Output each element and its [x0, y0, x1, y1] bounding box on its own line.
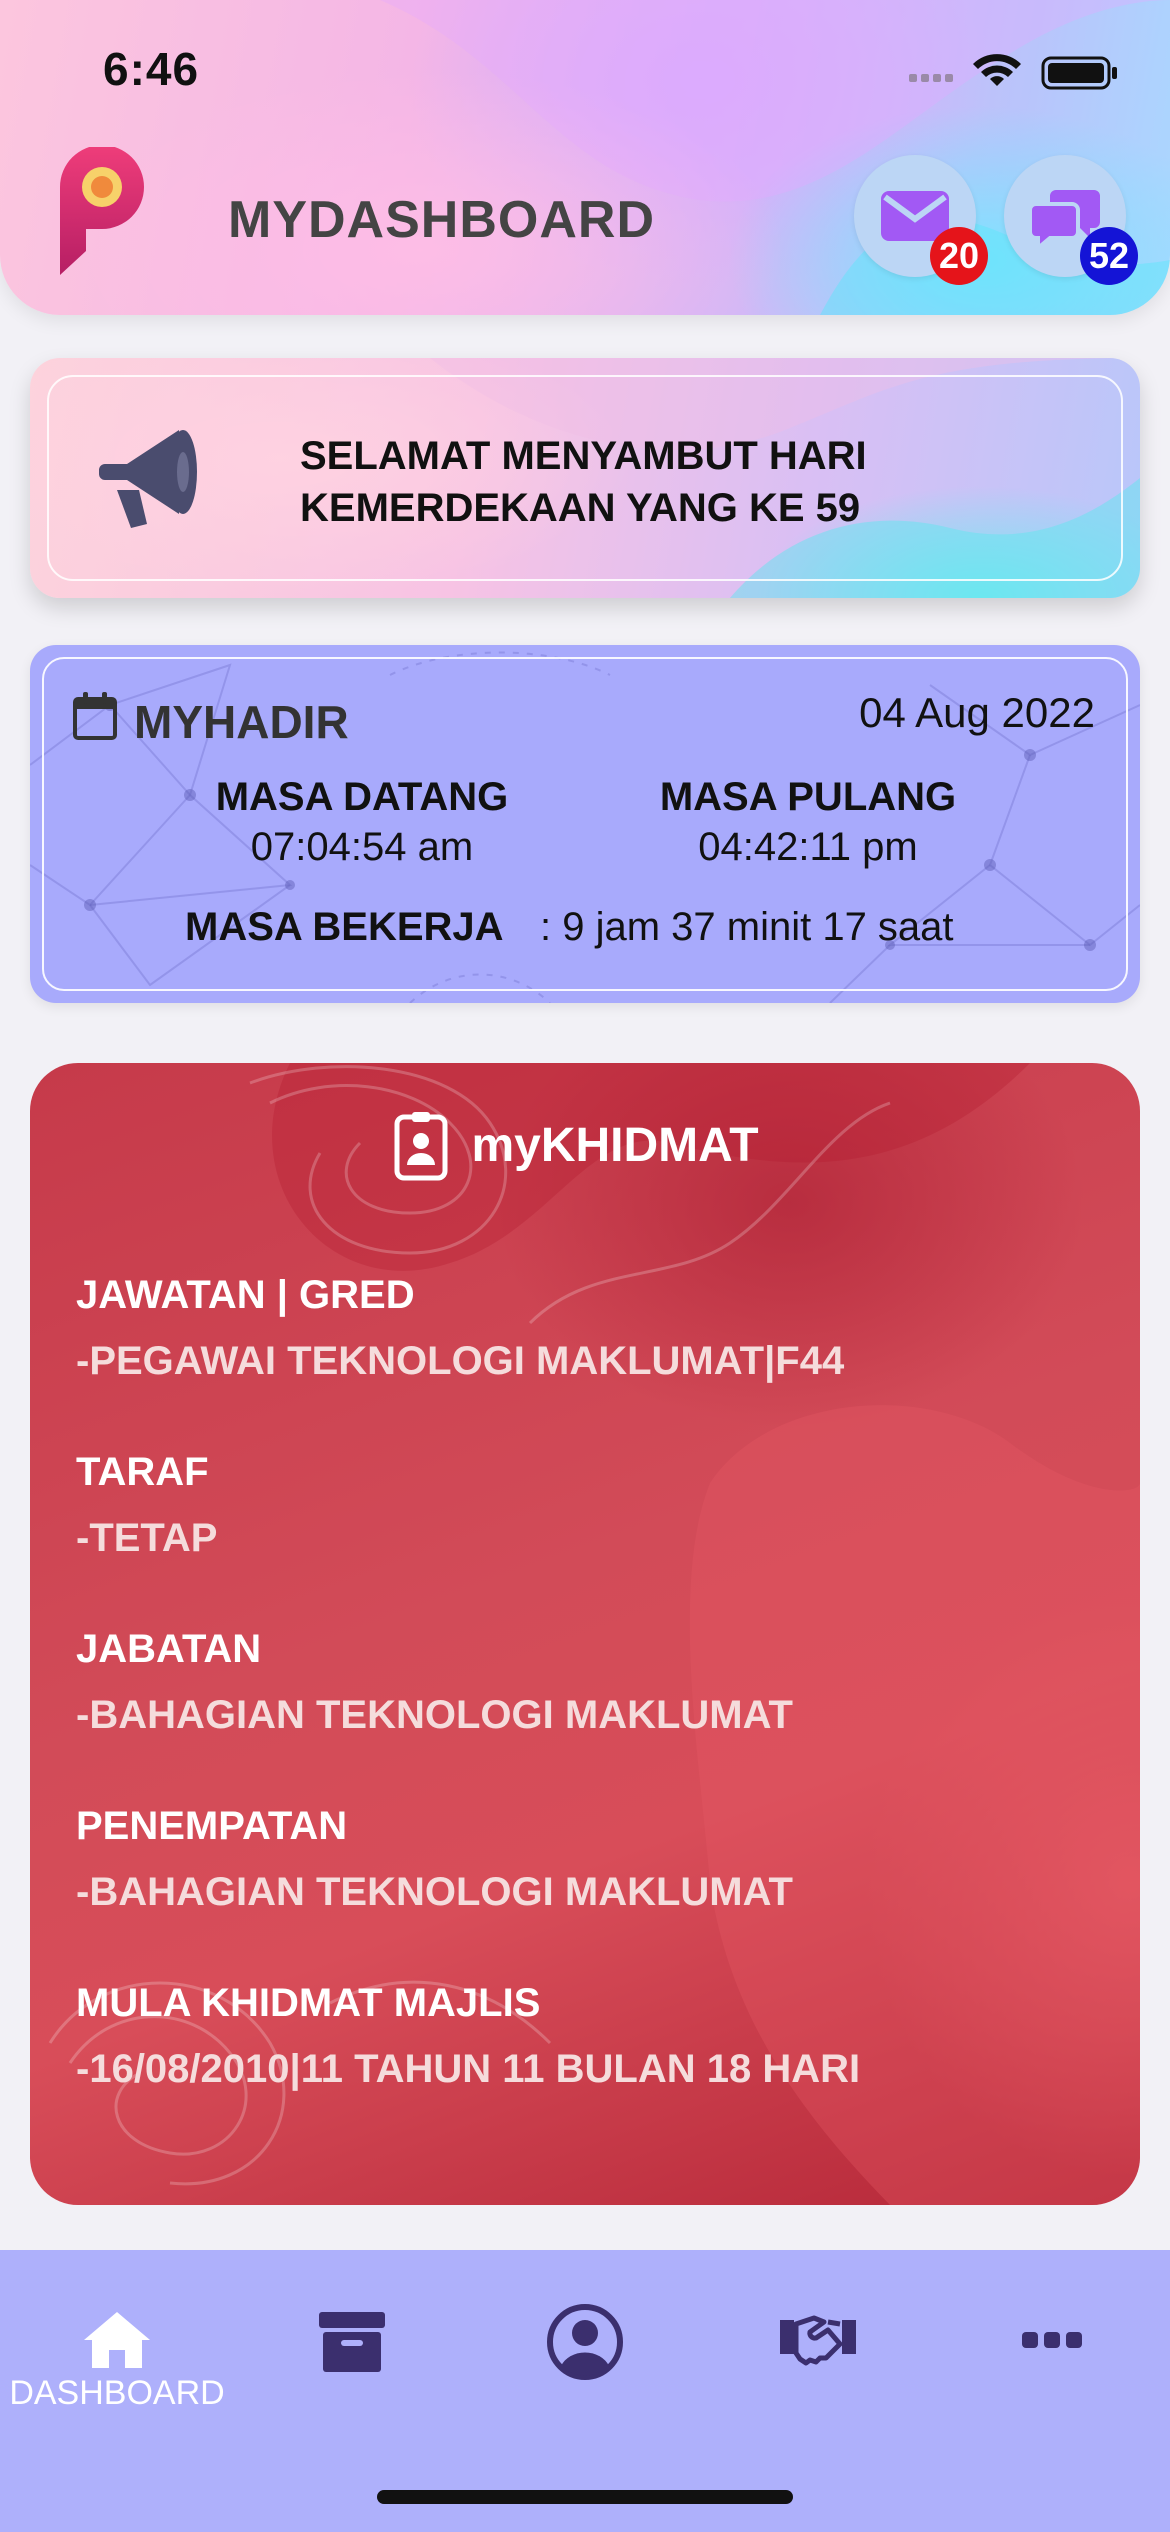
penempatan-value: -BAHAGIAN TEKNOLOGI MAKLUMAT [76, 1870, 793, 1914]
nav-archive[interactable] [262, 2310, 442, 2430]
mykhidmat-card[interactable]: myKHIDMAT JAWATAN | GRED -PEGAWAI TEKNOL… [30, 1063, 1140, 2205]
masa-bekerja-label: MASA BEKERJA [185, 905, 504, 949]
signal-icon [909, 74, 953, 82]
announcement-message: SELAMAT MENYAMBUT HARI KEMERDEKAAN YANG … [300, 430, 1020, 534]
status-bar-icons [909, 54, 1117, 90]
nav-more[interactable] [962, 2310, 1142, 2430]
calendar-icon [73, 692, 117, 740]
mail-count-badge: 20 [930, 227, 988, 285]
more-icon [1022, 2332, 1082, 2348]
mula-khidmat-value: -16/08/2010|11 TAHUN 11 BULAN 18 HARI [76, 2047, 861, 2091]
megaphone-icon [99, 430, 197, 528]
myhadir-title: MYHADIR [134, 696, 349, 748]
taraf-value: -TETAP [76, 1516, 218, 1560]
chat-button[interactable]: 52 [1004, 155, 1138, 285]
chat-count-badge: 52 [1080, 227, 1138, 285]
status-bar-time: 6:46 [103, 43, 200, 95]
jawatan-gred-value: -PEGAWAI TEKNOLOGI MAKLUMAT|F44 [76, 1339, 845, 1383]
announcement-line-1: SELAMAT MENYAMBUT HARI [300, 434, 867, 478]
masa-datang-value: 07:04:54 am [250, 825, 474, 869]
messages-button[interactable]: 20 [854, 155, 988, 285]
home-indicator[interactable] [377, 2490, 793, 2504]
jawatan-gred-label: JAWATAN | GRED [76, 1273, 415, 1317]
nav-profile[interactable] [495, 2304, 675, 2430]
archive-icon [319, 2312, 385, 2372]
myhadir-card[interactable]: MYHADIR 04 Aug 2022 MASA DATANG 07:04:54… [30, 645, 1140, 1003]
masa-pulang-label: MASA PULANG [659, 775, 957, 819]
nav-dashboard-label: DASHBOARD [9, 2374, 225, 2412]
home-icon [84, 2312, 150, 2368]
masa-bekerja-value: : 9 jam 37 minit 17 saat [540, 905, 954, 949]
mykhidmat-title: myKHIDMAT [471, 1119, 759, 1172]
wifi-icon [973, 54, 1021, 86]
announcement-line-2: KEMERDEKAAN YANG KE 59 [300, 486, 861, 530]
jabatan-value: -BAHAGIAN TEKNOLOGI MAKLUMAT [76, 1693, 793, 1737]
masa-pulang-value: 04:42:11 pm [698, 825, 918, 869]
jabatan-label: JABATAN [76, 1627, 262, 1671]
masa-datang-label: MASA DATANG [215, 775, 509, 819]
profile-icon [547, 2304, 623, 2380]
myhadir-date: 04 Aug 2022 [859, 689, 1095, 736]
nav-dashboard[interactable]: DASHBOARD [9, 2310, 225, 2430]
handshake-icon [780, 2315, 856, 2366]
app-header: 6:46 MYDASHBOARD 20 52 [0, 0, 1170, 315]
battery-icon [1041, 56, 1117, 90]
app-logo [60, 147, 144, 275]
mula-khidmat-label: MULA KHIDMAT MAJLIS [76, 1981, 541, 2025]
nav-handshake[interactable] [728, 2310, 908, 2430]
penempatan-label: PENEMPATAN [76, 1804, 348, 1848]
announcement-card[interactable]: SELAMAT MENYAMBUT HARI KEMERDEKAAN YANG … [30, 358, 1140, 598]
app-title: MYDASHBOARD [228, 191, 655, 249]
taraf-label: TARAF [76, 1450, 209, 1494]
